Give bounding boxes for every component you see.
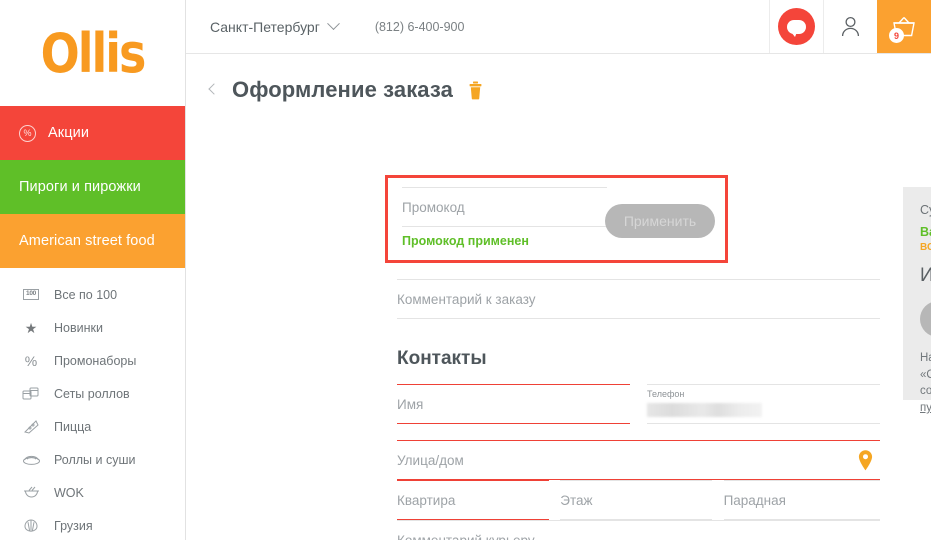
- public-offer-link[interactable]: публичной оферты: [920, 402, 931, 414]
- flat-field[interactable]: [397, 480, 549, 520]
- sidebar-item-label: American street food: [19, 233, 155, 249]
- topbar-left: Санкт-Петербург (812) 6-400-900: [186, 0, 769, 53]
- street-input[interactable]: [397, 452, 880, 468]
- pizza-slice-icon: [19, 419, 43, 434]
- sidebar-item-label: Пироги и пирожки: [19, 179, 141, 195]
- order-comment-input[interactable]: [397, 291, 880, 307]
- floor-input[interactable]: [560, 492, 712, 508]
- courier-comment-input[interactable]: [397, 532, 880, 540]
- sidebar-item-label: Новинки: [54, 320, 103, 335]
- name-phone-row: Телефон: [397, 384, 880, 424]
- sidebar-menu: 100 Все по 100 ★ Новинки % Промонаборы С…: [0, 268, 185, 540]
- percent-circle-icon: %: [19, 124, 36, 142]
- trash-icon[interactable]: [468, 81, 483, 100]
- phone-field[interactable]: Телефон: [647, 384, 880, 424]
- name-input[interactable]: [397, 396, 630, 412]
- sidebar-item-wok[interactable]: WOK: [0, 476, 185, 509]
- summary-sum: Сумма: 3218 ₽: [920, 203, 931, 217]
- entrance-input[interactable]: [723, 492, 880, 508]
- phone-number[interactable]: (812) 6-400-900: [375, 20, 465, 34]
- sidebar-item-label: Все по 100: [54, 287, 118, 302]
- percent-icon: %: [24, 352, 38, 369]
- sushi-icon: [19, 453, 43, 466]
- street-field[interactable]: [397, 440, 880, 480]
- wok-bowl-icon: [19, 485, 43, 500]
- courier-comment-field[interactable]: [397, 520, 880, 540]
- sidebar-item-promonabory[interactable]: % Промонаборы: [0, 344, 185, 377]
- sidebar: Ollis % Акции Пироги и пирожки American …: [0, 0, 186, 540]
- cart-count-badge: 9: [889, 28, 904, 43]
- content: Оформление заказа Применить Промокод при…: [186, 54, 931, 540]
- page-title: Оформление заказа: [232, 77, 453, 102]
- account-button[interactable]: [823, 0, 877, 53]
- order-disclaimer: Нажимая на кнопку «Оформить заказ», Вы с…: [920, 350, 931, 417]
- phone-value-redacted: [647, 403, 762, 417]
- sidebar-item-label: Акции: [48, 125, 90, 141]
- topbar-actions: 9: [769, 0, 931, 53]
- entrance-field[interactable]: [723, 480, 880, 520]
- sidebar-item-label: Роллы и суши: [54, 452, 136, 467]
- chevron-left-icon[interactable]: [208, 83, 220, 95]
- checkout-form: Контакты Телефон: [397, 279, 880, 540]
- logo[interactable]: Ollis: [0, 0, 185, 106]
- main-area: Санкт-Петербург (812) 6-400-900 9 Оформл…: [186, 0, 931, 540]
- promo-code-input[interactable]: [402, 199, 607, 215]
- sidebar-item-label: Пицца: [54, 419, 92, 434]
- page-header: Оформление заказа: [186, 54, 931, 103]
- sidebar-item-pies[interactable]: Пироги и пирожки: [0, 160, 185, 214]
- chat-button[interactable]: [769, 0, 823, 53]
- name-field[interactable]: [397, 384, 630, 424]
- sidebar-item-label: Сеты роллов: [54, 386, 130, 401]
- sidebar-item-sety-rollov[interactable]: Сеты роллов: [0, 377, 185, 410]
- apply-promo-button[interactable]: Применить: [605, 204, 715, 238]
- sidebar-item-akcii[interactable]: % Акции: [0, 106, 185, 160]
- banknote-100-icon: 100: [19, 289, 43, 300]
- place-order-button[interactable]: Оформить заказ: [920, 301, 931, 337]
- city-label: Санкт-Петербург: [210, 18, 320, 35]
- summary-total: Итого: 3163 ₽: [920, 265, 931, 286]
- sidebar-item-label: Промонаборы: [54, 353, 137, 368]
- topbar: Санкт-Петербург (812) 6-400-900 9: [186, 0, 931, 54]
- logo-text: Ollis: [40, 21, 147, 85]
- contacts-heading: Контакты: [397, 348, 487, 369]
- sidebar-item-gruziya[interactable]: Грузия: [0, 509, 185, 540]
- user-icon: [841, 16, 860, 37]
- flat-input[interactable]: [397, 492, 549, 508]
- sidebar-item-rolly-sushi[interactable]: Роллы и суши: [0, 443, 185, 476]
- map-pin-icon[interactable]: [857, 449, 874, 472]
- promo-code-field[interactable]: [402, 187, 607, 227]
- sidebar-item-novinki[interactable]: ★ Новинки: [0, 311, 185, 344]
- sidebar-item-label: WOK: [54, 485, 84, 500]
- star-icon: ★: [24, 319, 38, 336]
- sidebar-item-label: Грузия: [54, 518, 93, 533]
- floor-field[interactable]: [560, 480, 712, 520]
- chevron-down-icon: [326, 17, 340, 31]
- disclaimer-text: Нажимая на кнопку «Оформить заказ», Вы с…: [920, 352, 931, 398]
- sidebar-item-american-street-food[interactable]: American street food: [0, 214, 185, 268]
- summary-promo-name: ВСЕ ПО 100 Р: [920, 242, 931, 253]
- sidebar-item-pizza[interactable]: Пицца: [0, 410, 185, 443]
- city-selector[interactable]: Санкт-Петербург: [210, 17, 340, 35]
- chat-bubble-icon: [778, 8, 815, 45]
- checkout-page: Ollis % Акции Пироги и пирожки American …: [0, 0, 931, 540]
- summary-discount: Ваша скидка: 55 ₽: [920, 225, 931, 239]
- cart-button[interactable]: 9: [877, 0, 931, 53]
- promo-code-box: Применить Промокод применен: [385, 175, 728, 263]
- order-comment-field[interactable]: [397, 279, 880, 319]
- sidebar-item-vse-po-100[interactable]: 100 Все по 100: [0, 278, 185, 311]
- roll-set-icon: [19, 386, 43, 401]
- address-details-row: [397, 480, 880, 520]
- order-summary-panel: Сумма: 3218 ₽ Ваша скидка: 55 ₽ ВСЕ ПО 1…: [903, 187, 931, 414]
- phone-field-label: Телефон: [647, 389, 685, 399]
- khinkali-icon: [19, 518, 43, 534]
